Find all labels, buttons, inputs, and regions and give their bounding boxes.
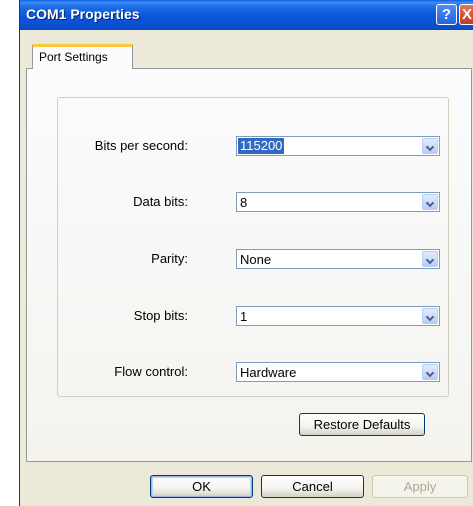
bits-per-second-select[interactable]: 115200 [236,136,440,156]
chevron-down-icon[interactable] [422,138,438,154]
chevron-down-icon[interactable] [422,308,438,324]
title-bar[interactable]: COM1 Properties ? X [20,0,473,30]
window-title: COM1 Properties [26,6,140,22]
chevron-down-icon[interactable] [422,364,438,380]
flow-control-select[interactable]: Hardware [236,362,440,382]
flow-control-value: Hardware [240,365,297,380]
parity-label: Parity: [151,251,188,266]
properties-dialog: COM1 Properties ? X Port Settings Bits p… [19,0,473,506]
restore-defaults-button[interactable]: Restore Defaults [299,413,425,436]
data-bits-label: Data bits: [133,194,188,209]
stop-bits-select[interactable]: 1 [236,306,440,326]
apply-button[interactable]: Apply [372,475,468,498]
stop-bits-label: Stop bits: [133,308,188,323]
parity-value: None [240,252,272,267]
ok-button[interactable]: OK [150,475,253,498]
close-button[interactable]: X [459,4,473,25]
bits-per-second-value: 115200 [238,138,285,154]
tab-port-settings[interactable]: Port Settings [32,44,133,69]
chevron-down-icon[interactable] [422,251,438,267]
stop-bits-value: 1 [240,309,248,324]
cancel-button[interactable]: Cancel [261,475,364,498]
bits-per-second-label: Bits per second: [94,138,188,153]
tab-panel: Bits per second: 115200 Data bits: 8 Par… [26,68,472,462]
parity-select[interactable]: None [236,249,440,269]
data-bits-select[interactable]: 8 [236,192,440,212]
settings-group: Bits per second: 115200 Data bits: 8 Par… [57,97,449,397]
help-button[interactable]: ? [436,4,457,25]
flow-control-label: Flow control: [114,364,188,379]
data-bits-value: 8 [240,195,248,210]
chevron-down-icon[interactable] [422,194,438,210]
